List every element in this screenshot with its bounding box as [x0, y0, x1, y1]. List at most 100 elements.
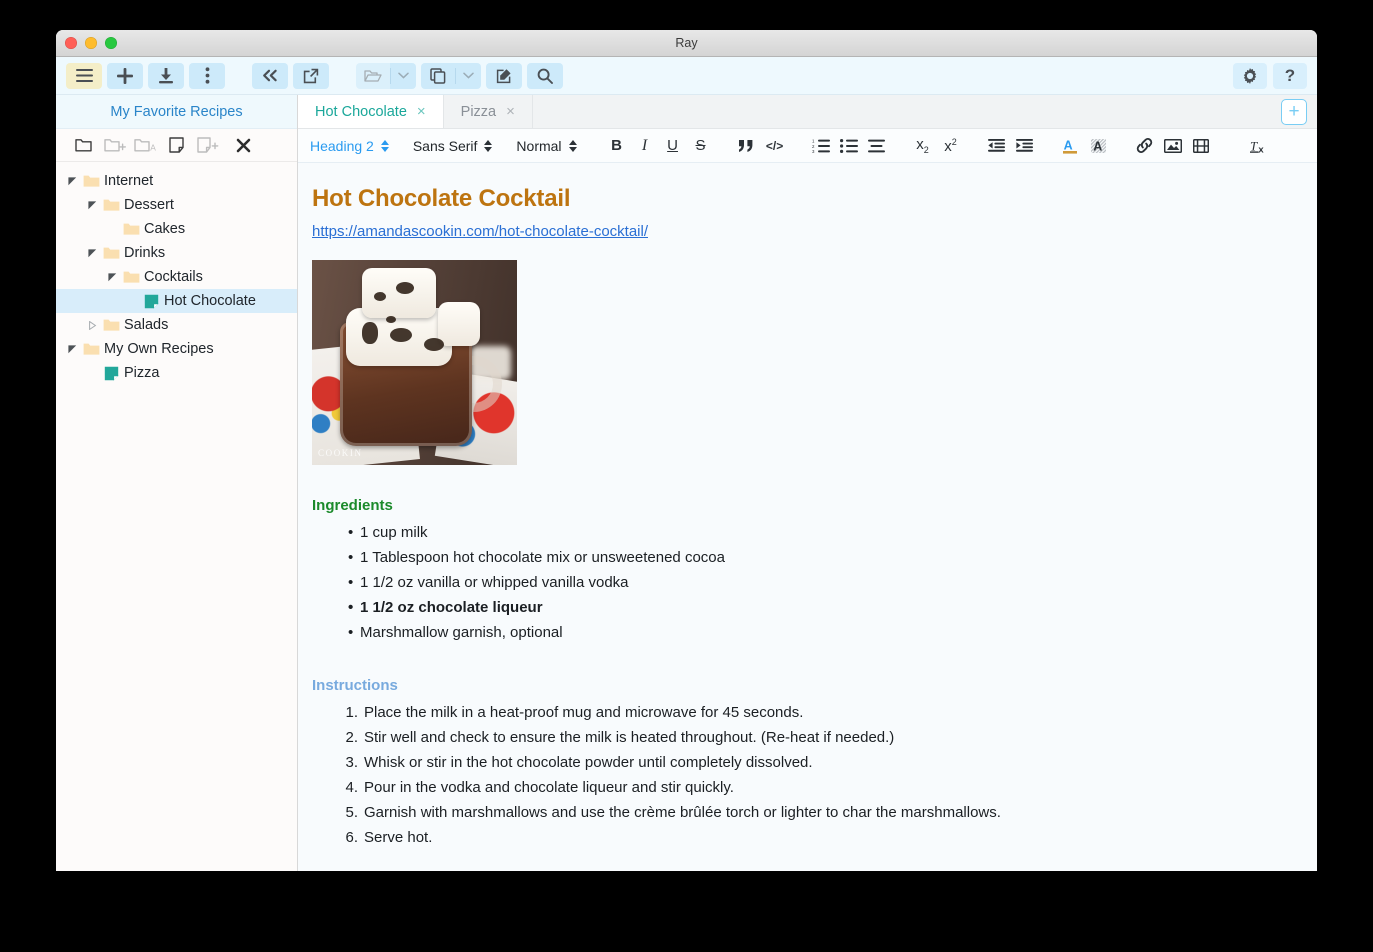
- add-note-button[interactable]: [192, 133, 223, 158]
- import-button[interactable]: [148, 62, 184, 89]
- svg-text:3: 3: [812, 149, 815, 153]
- underline-button[interactable]: U: [659, 133, 687, 159]
- editor-pane: Hot Chocolate × Pizza × + Heading 2 Sans Se…: [298, 95, 1317, 871]
- tree-item-label: Dessert: [124, 197, 174, 213]
- document-canvas[interactable]: Hot Chocolate Cocktail https://amandasco…: [298, 163, 1317, 871]
- chevron-expanded-icon[interactable]: [104, 272, 120, 282]
- insert-image-button[interactable]: [1159, 133, 1187, 159]
- ingredient-item: Marshmallow garnish, optional: [312, 620, 1287, 645]
- settings-button[interactable]: [1233, 62, 1267, 89]
- tree-item-label: Internet: [104, 173, 154, 189]
- tree-item-cakes[interactable]: Cakes: [56, 217, 297, 241]
- text-color-button[interactable]: A: [1057, 133, 1085, 159]
- folder-tree[interactable]: Internet Dessert Cakes Drinks Cocktails Hot C…: [56, 162, 297, 871]
- clear-format-icon: T x: [1249, 138, 1268, 154]
- italic-button[interactable]: I: [631, 133, 659, 159]
- bold-button[interactable]: B: [603, 133, 631, 159]
- new-folder-button[interactable]: [68, 133, 99, 158]
- folder-a-icon: A: [134, 138, 157, 152]
- tree-item-label: Drinks: [124, 245, 166, 261]
- highlight-button[interactable]: A: [1085, 133, 1113, 159]
- ordered-list-button[interactable]: 1 2 3: [807, 133, 835, 159]
- code-icon: </>: [765, 138, 784, 153]
- double-chevron-left-icon: [262, 69, 278, 82]
- tree-item-salads[interactable]: Salads: [56, 313, 297, 337]
- delete-button[interactable]: [228, 133, 259, 158]
- chevron-expanded-icon[interactable]: [84, 248, 100, 258]
- photo-char-mark: [362, 322, 378, 344]
- folder-icon: [75, 138, 92, 152]
- tab-pizza[interactable]: Pizza ×: [443, 95, 533, 128]
- align-button[interactable]: [863, 133, 891, 159]
- new-note-button[interactable]: [161, 133, 192, 158]
- tree-item-my-own-recipes[interactable]: My Own Recipes: [56, 337, 297, 361]
- superscript-button[interactable]: x2: [937, 133, 965, 159]
- outdent-button[interactable]: [983, 133, 1011, 159]
- help-button[interactable]: ?: [1273, 62, 1307, 89]
- plus-icon: [117, 67, 133, 84]
- toolbar-group-actions: [356, 62, 568, 89]
- open-folder-button[interactable]: [356, 62, 390, 89]
- folder-icon: [100, 198, 122, 212]
- tree-item-dessert[interactable]: Dessert: [56, 193, 297, 217]
- chevron-expanded-icon[interactable]: [64, 344, 80, 354]
- window-titlebar: Ray: [56, 30, 1317, 57]
- clear-format-button[interactable]: T x: [1245, 133, 1273, 159]
- chevron-collapsed-icon[interactable]: [84, 320, 100, 330]
- tab-label: Hot Chocolate: [315, 103, 407, 120]
- add-button[interactable]: [107, 62, 143, 89]
- tree-item-pizza[interactable]: Pizza: [56, 361, 297, 385]
- note-icon: [140, 294, 162, 309]
- font-size-select[interactable]: Normal: [516, 138, 577, 154]
- insert-video-button[interactable]: [1187, 133, 1215, 159]
- font-family-select[interactable]: Sans Serif: [413, 138, 493, 154]
- tree-item-cocktails[interactable]: Cocktails: [56, 265, 297, 289]
- duplicate-button[interactable]: [421, 62, 455, 89]
- instruction-item: Pour in the vodka and chocolate liqueur …: [342, 775, 734, 800]
- blockquote-button[interactable]: [733, 133, 761, 159]
- more-button[interactable]: [189, 62, 225, 89]
- edit-note-button[interactable]: [486, 62, 522, 89]
- tab-close-icon[interactable]: ×: [417, 103, 426, 120]
- folder-icon: [100, 246, 122, 260]
- search-button[interactable]: [527, 62, 563, 89]
- pencil-square-icon: [496, 68, 512, 84]
- tree-item-hot-chocolate[interactable]: Hot Chocolate: [56, 289, 297, 313]
- insert-link-button[interactable]: [1131, 133, 1159, 159]
- tab-close-icon[interactable]: ×: [506, 103, 515, 120]
- link-icon: [1136, 138, 1153, 153]
- open-external-button[interactable]: [293, 62, 329, 89]
- kebab-menu-icon: [205, 67, 210, 84]
- ingredient-item: 1 cup milk: [312, 520, 1287, 545]
- code-button[interactable]: </>: [761, 133, 789, 159]
- page-title: Hot Chocolate Cocktail: [312, 185, 571, 212]
- chevron-expanded-icon[interactable]: [64, 176, 80, 186]
- new-tab-button[interactable]: +: [1281, 98, 1307, 125]
- indent-button[interactable]: [1011, 133, 1039, 159]
- source-url-link[interactable]: https://amandascookin.com/hot-chocolate-…: [312, 223, 1287, 240]
- tree-item-internet[interactable]: Internet: [56, 169, 297, 193]
- instruction-item: Stir well and check to ensure the milk i…: [342, 725, 895, 750]
- tree-item-label: My Own Recipes: [104, 341, 214, 357]
- duplicate-dropdown[interactable]: [455, 62, 481, 89]
- collapse-sidebar-button[interactable]: [252, 62, 288, 89]
- open-folder-dropdown[interactable]: [390, 62, 416, 89]
- tree-item-drinks[interactable]: Drinks: [56, 241, 297, 265]
- add-folder-button[interactable]: [99, 133, 130, 158]
- subscript-button[interactable]: x2: [909, 133, 937, 159]
- bullet-list-button[interactable]: [835, 133, 863, 159]
- format-toolbar: Heading 2 Sans Serif Normal B I U S </> …: [298, 129, 1317, 163]
- underline-icon: U: [667, 137, 678, 154]
- italic-icon: I: [641, 136, 648, 154]
- note-icon: [100, 366, 122, 381]
- chevron-expanded-icon[interactable]: [84, 200, 100, 210]
- tab-hot-chocolate[interactable]: Hot Chocolate ×: [298, 95, 444, 128]
- add-folder-alpha-button[interactable]: A: [130, 133, 161, 158]
- strikethrough-button[interactable]: S: [687, 133, 715, 159]
- outdent-icon: [988, 139, 1006, 152]
- menu-button[interactable]: [66, 62, 102, 89]
- photo-marshmallow-right: [438, 302, 480, 346]
- note-plus-icon: [196, 137, 219, 153]
- svg-text:x: x: [1258, 144, 1264, 154]
- paragraph-style-select[interactable]: Heading 2: [310, 138, 389, 154]
